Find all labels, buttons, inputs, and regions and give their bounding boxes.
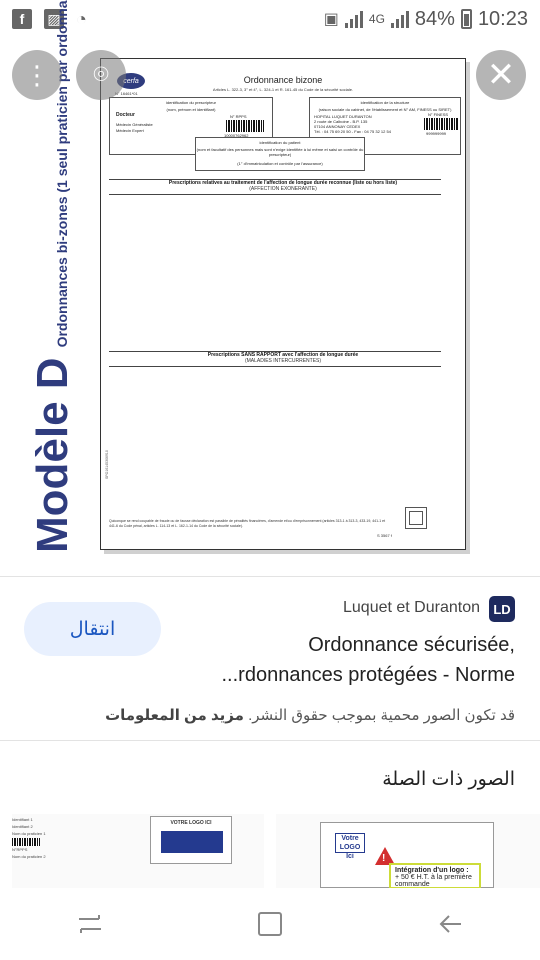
battery-percent: 84% bbox=[414, 7, 455, 30]
thumb-1-line-1: Identifiant 1 bbox=[12, 817, 33, 822]
section-ald-rule-bottom bbox=[109, 194, 441, 195]
image-viewer[interactable]: Modèle D Ordonnances bi-zones (1 seul pr… bbox=[0, 0, 540, 576]
visit-button[interactable]: انتقال bbox=[24, 602, 161, 656]
status-system-icons: ▣ 4G 84% 10:23 bbox=[324, 8, 528, 31]
related-thumb-2[interactable]: Votre LOGO Ici ! Intégration d'un logo :… bbox=[276, 814, 540, 888]
patient-note: (1° d'immatriculation et contrôle par l'… bbox=[237, 161, 323, 166]
thumb-1-line-2: Identifiant 2 bbox=[12, 824, 33, 830]
source-badge: LD bbox=[489, 596, 515, 622]
related-thumb-1[interactable]: Identifiant 1 Identifiant 2 Nom du prati… bbox=[12, 814, 264, 888]
source-name: Luquet et Duranton bbox=[343, 599, 480, 616]
vertical-code: SPO16145306910 bbox=[105, 450, 109, 479]
signal-icon-2 bbox=[390, 10, 409, 28]
prescriber-name: Docteur bbox=[116, 112, 135, 118]
warning-mark: ! bbox=[382, 853, 386, 864]
structure-finess-label: N° FINESS bbox=[428, 112, 449, 117]
document-articles: Articles L. 322-3, 3° et 4°, L. 324-1 et… bbox=[212, 87, 354, 92]
thumb-1-line-5: Nom du praticien 2 bbox=[12, 853, 46, 859]
related-heading: الصور ذات الصلة bbox=[382, 769, 515, 790]
result-title-line-1[interactable]: Ordonnance sécurisée, bbox=[155, 634, 515, 657]
prescriber-header: identification du prescripteur bbox=[165, 100, 217, 105]
section-ald-sub: (AFFECTION EXONERANTE) bbox=[249, 186, 317, 192]
stamp-box bbox=[405, 507, 427, 529]
prescriber-rpps-label: N° RPPS bbox=[230, 114, 247, 119]
signal-icon bbox=[344, 10, 363, 28]
thumb-1-lines: Identifiant 1 Identifiant 2 Nom du prati… bbox=[12, 816, 72, 860]
thumb-1-logo-placeholder bbox=[161, 831, 223, 853]
back-icon[interactable] bbox=[430, 904, 470, 944]
battery-icon bbox=[460, 9, 472, 29]
thumb-1-line-3: Nom du praticien 1 bbox=[12, 831, 46, 837]
learn-more-link[interactable]: مزيد من المعلومات bbox=[105, 707, 244, 724]
related-divider bbox=[0, 740, 540, 741]
side-title-sub: Ordonnances bi-zones (1 seul praticien p… bbox=[54, 0, 70, 348]
thumb-1-line-4: N°RPPS bbox=[12, 846, 28, 852]
document-title: Ordonnance bizone bbox=[243, 75, 323, 85]
thumb-1-logo-block: VOTRE LOGO ICI bbox=[150, 816, 232, 864]
nfc-icon: ▣ bbox=[323, 11, 339, 28]
thumb-2-integration-box: Intégration d'un logo : + 50 € H.T. à la… bbox=[389, 863, 481, 888]
section-other-sub: (MALADIES INTERCURRENTES) bbox=[244, 358, 322, 364]
thumb-2-integration-text: + 50 € H.T. à la première commande bbox=[395, 874, 472, 888]
copyright-text: قد تكون الصور محمية بموجب حقوق النشر. bbox=[248, 707, 515, 724]
structure-barcode-number: 999999999 bbox=[426, 131, 447, 136]
thumb-2-logo: Votre LOGO Ici bbox=[335, 833, 365, 860]
more-vert-icon[interactable]: ⋮ bbox=[12, 50, 62, 100]
network-type-label: 4G bbox=[368, 12, 385, 26]
close-icon[interactable]: ✕ bbox=[476, 50, 526, 100]
thumb-2-integration-title: Intégration d'un logo : bbox=[395, 867, 469, 874]
viewer-divider bbox=[0, 576, 540, 577]
copyright-notice: قد تكون الصور محمية بموجب حقوق النشر. مز… bbox=[105, 706, 515, 724]
thumb-1-barcode bbox=[12, 837, 40, 846]
structure-header: identification de la structure bbox=[360, 100, 410, 105]
prescriber-barcode bbox=[226, 120, 264, 132]
document-code: S 3567 f bbox=[377, 533, 392, 538]
patient-header: identification du patient bbox=[259, 140, 301, 145]
prescription-document: cerfa N° 16461*01 Ordonnance bizone Arti… bbox=[100, 58, 466, 550]
thumb-1-logo-label: VOTRE LOGO ICI bbox=[170, 820, 212, 826]
thumb-2-document: Votre LOGO Ici ! Intégration d'un logo :… bbox=[320, 822, 494, 888]
recent-apps-icon[interactable] bbox=[70, 904, 110, 944]
prescriber-line-2: Médecin Expert bbox=[116, 128, 144, 133]
status-bar: f ▨ ◔ ▣ 4G 84% 10:23 bbox=[0, 0, 540, 38]
patient-box: identification du patient (nom et facult… bbox=[195, 137, 365, 171]
patient-sub: (nom et facultatif des personnes mais so… bbox=[196, 147, 364, 157]
structure-sub: (raison sociale du cabinet, de l'établis… bbox=[318, 107, 452, 112]
result-title-line-2[interactable]: ...rdonnances protégées - Norme bbox=[155, 664, 516, 687]
footer-legal: Quiconque se rend coupable de fraude ou … bbox=[109, 519, 386, 528]
navigation-bar bbox=[0, 888, 540, 960]
prescriber-sub: (nom, prénom et identifiant) bbox=[166, 107, 216, 112]
lens-icon[interactable]: ⌾ bbox=[76, 50, 126, 100]
side-title-main: Modèle D bbox=[28, 357, 77, 553]
prescriber-line-1: Médecin Généraliste bbox=[116, 122, 153, 127]
clock: 10:23 bbox=[477, 7, 528, 30]
home-icon[interactable] bbox=[250, 904, 290, 944]
structure-barcode bbox=[424, 118, 458, 130]
section-other-rule-bottom bbox=[109, 366, 441, 367]
